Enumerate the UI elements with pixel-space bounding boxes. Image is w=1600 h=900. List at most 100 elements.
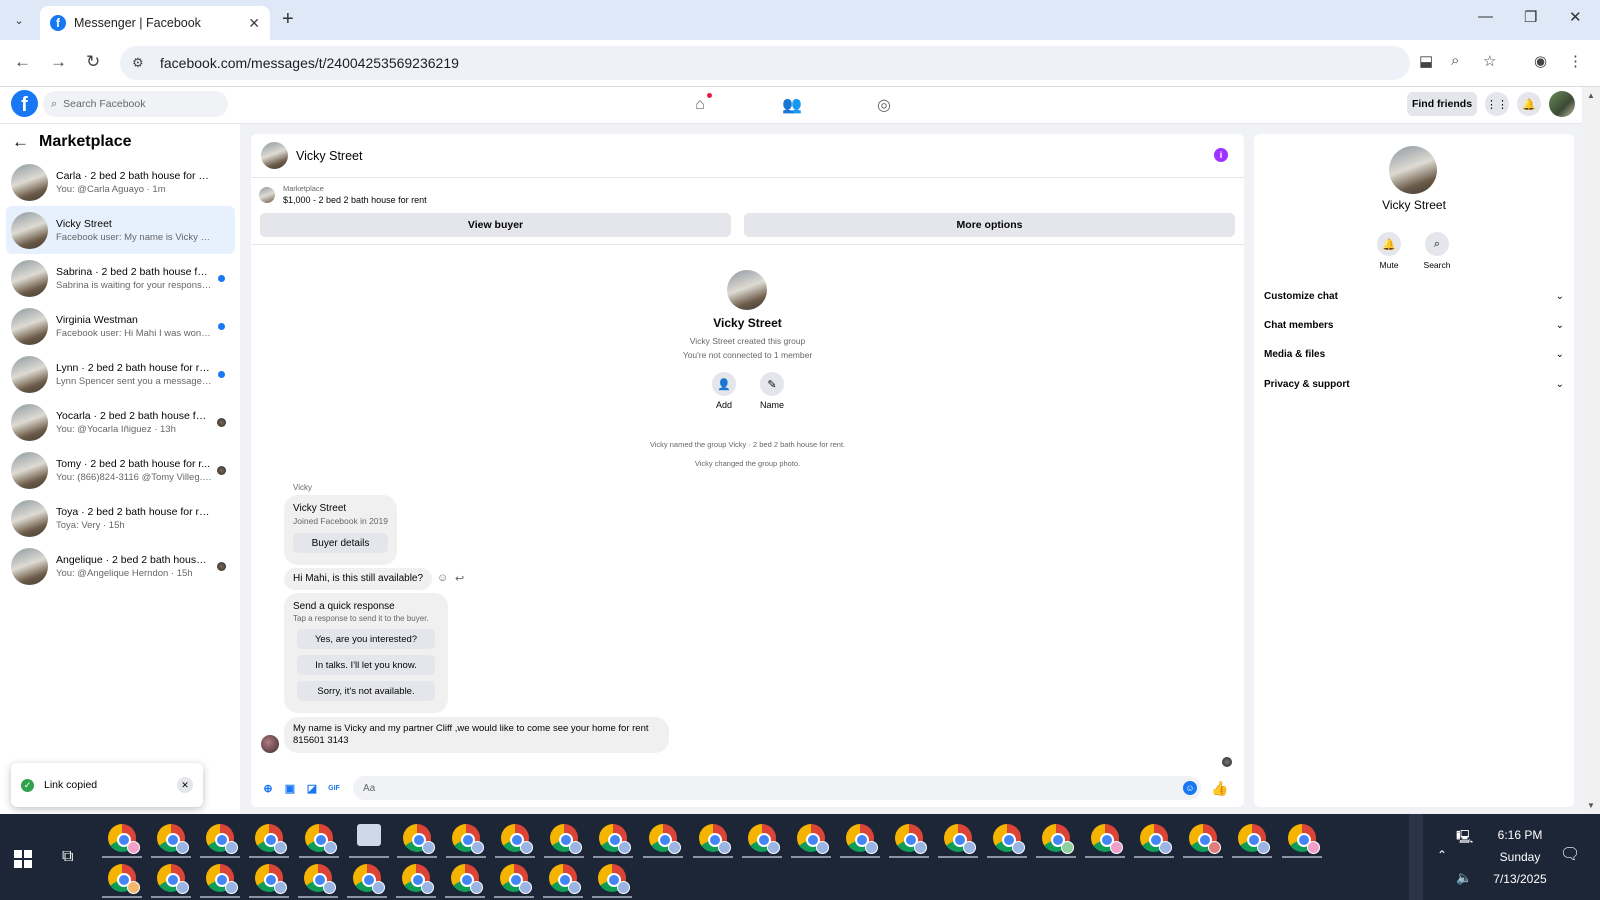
chrome-profile-icon[interactable] [550, 824, 582, 854]
group-avatar[interactable] [727, 270, 767, 310]
site-info-icon[interactable]: ⚙ [132, 55, 150, 71]
mute-action[interactable]: 🔔 Mute [1369, 232, 1409, 270]
chrome-profile-icon[interactable] [451, 864, 483, 894]
back-icon[interactable]: ← [14, 52, 31, 72]
conversation-item[interactable]: Sabrina · 2 bed 2 bath house for ... Sabr… [6, 254, 235, 302]
view-buyer-button[interactable]: View buyer [260, 213, 731, 237]
taskbar-scroll[interactable] [1409, 814, 1423, 900]
plus-circle-icon[interactable]: ⊕ [261, 781, 275, 795]
message-bubble-long[interactable]: My name is Vicky and my partner Cliff ,w… [284, 717, 669, 753]
account-avatar[interactable] [1549, 91, 1575, 117]
more-options-button[interactable]: More options [744, 213, 1235, 237]
app-window-icon[interactable] [357, 824, 381, 846]
chrome-profile-icon[interactable] [1238, 824, 1270, 854]
quick-response-yes[interactable]: Yes, are you interested? [297, 629, 435, 649]
chrome-profile-icon[interactable] [1140, 824, 1172, 854]
address-bar[interactable]: ⚙ facebook.com/messages/t/24004253569236… [120, 46, 1410, 80]
chat-avatar[interactable] [261, 142, 288, 169]
chrome-profile-icon[interactable] [699, 824, 731, 854]
chrome-profile-icon[interactable] [403, 824, 435, 854]
minimize-icon[interactable]: — [1478, 8, 1493, 25]
chrome-profile-icon[interactable] [452, 824, 484, 854]
conversation-item[interactable]: Lynn · 2 bed 2 bath house for rent Lynn S… [6, 350, 235, 398]
chrome-profile-icon[interactable] [402, 864, 434, 894]
chrome-profile-icon[interactable] [1189, 824, 1221, 854]
close-tab-icon[interactable]: ✕ [248, 15, 260, 32]
scroll-down-icon[interactable]: ▼ [1587, 801, 1595, 810]
chrome-profile-icon[interactable] [206, 864, 238, 894]
chrome-profile-icon[interactable] [944, 824, 976, 854]
quick-response-talks[interactable]: In talks. I'll let you know. [297, 655, 435, 675]
message-bubble[interactable]: Hi Mahi, is this still available? [284, 568, 433, 590]
forward-icon[interactable]: → [50, 52, 67, 72]
close-toast-icon[interactable]: ✕ [177, 777, 193, 793]
chrome-profile-icon[interactable] [108, 864, 140, 894]
chrome-profile-icon[interactable] [993, 824, 1025, 854]
chrome-profile-icon[interactable] [1091, 824, 1123, 854]
quick-response-sorry[interactable]: Sorry, it's not available. [297, 681, 435, 701]
conversation-item[interactable]: Carla · 2 bed 2 bath house for rent You: … [6, 158, 235, 206]
chrome-profile-icon[interactable] [895, 824, 927, 854]
tab-search-dropdown[interactable]: ⌄ [8, 9, 30, 31]
chrome-profile-icon[interactable] [500, 864, 532, 894]
react-emoji-icon[interactable]: ☺ [437, 572, 448, 584]
chrome-profile-icon[interactable] [1042, 824, 1074, 854]
conversation-item[interactable]: Angelique · 2 bed 2 bath house ... You: @… [6, 542, 235, 590]
message-input[interactable]: Aa ☺ [353, 776, 1201, 800]
photo-icon[interactable]: ▣ [283, 781, 297, 795]
chat-header-name[interactable]: Vicky Street [296, 149, 362, 163]
task-view-icon[interactable]: ⧉ [62, 848, 73, 866]
reply-icon[interactable]: ↩ [455, 572, 464, 585]
chrome-profile-icon[interactable] [305, 824, 337, 854]
chrome-profile-icon[interactable] [304, 864, 336, 894]
action-center-icon[interactable]: 🗨 [1560, 844, 1580, 864]
home-icon[interactable]: ⌂ [688, 93, 712, 117]
buyer-details-button[interactable]: Buyer details [293, 533, 388, 553]
zoom-icon[interactable]: ⌕ [1451, 52, 1459, 69]
search-action[interactable]: ⌕ Search [1417, 232, 1457, 270]
reload-icon[interactable]: ↻ [86, 52, 100, 72]
chrome-profile-icon[interactable] [501, 824, 533, 854]
windows-start-icon[interactable] [14, 850, 32, 868]
notifications-bell-icon[interactable]: 🔔 [1517, 92, 1541, 116]
chrome-profile-icon[interactable] [157, 824, 189, 854]
browser-menu-icon[interactable]: ⋮ [1568, 52, 1583, 70]
url-text[interactable]: facebook.com/messages/t/2400425356923621… [160, 55, 459, 71]
sender-avatar[interactable] [261, 735, 279, 753]
info-icon[interactable]: i [1214, 148, 1228, 162]
search-facebook-input[interactable]: ⌕ Search Facebook [43, 91, 228, 117]
back-arrow-icon[interactable]: ← [12, 132, 29, 152]
chrome-profile-icon[interactable] [353, 864, 385, 894]
chrome-profile-icon[interactable] [748, 824, 780, 854]
chrome-profile-icon[interactable] [599, 824, 631, 854]
chrome-profile-icon[interactable] [157, 864, 189, 894]
marketplace-listing[interactable]: Marketplace $1,000 - 2 bed 2 bath house … [259, 184, 427, 205]
page-scrollbar[interactable]: ▲ ▼ [1582, 87, 1600, 814]
profile-avatar[interactable] [1389, 146, 1437, 194]
section-media-files[interactable]: Media & files ⌄ [1264, 342, 1564, 366]
scroll-up-icon[interactable]: ▲ [1587, 91, 1595, 100]
conversation-item[interactable]: Virginia Westman Facebook user: Hi Mahi I… [6, 302, 235, 350]
conversation-item[interactable]: Tomy · 2 bed 2 bath house for r... You: (… [6, 446, 235, 494]
close-window-icon[interactable]: ✕ [1569, 8, 1582, 26]
restore-icon[interactable]: ❐ [1524, 8, 1537, 26]
sticker-icon[interactable]: ◪ [305, 781, 319, 795]
clock[interactable]: 6:16 PM Sunday 7/13/2025 [1492, 814, 1548, 900]
network-icon[interactable]: 🖳 [1456, 828, 1473, 850]
chrome-profile-icon[interactable] [255, 824, 287, 854]
emoji-icon[interactable]: ☺ [1183, 781, 1197, 795]
section-privacy-support[interactable]: Privacy & support ⌄ [1264, 372, 1564, 396]
section-customize-chat[interactable]: Customize chat ⌄ [1264, 284, 1564, 308]
chevron-up-icon[interactable]: ⌃ [1437, 848, 1447, 862]
conversation-item[interactable]: Vicky Street Facebook user: My name is Vi… [6, 206, 235, 254]
conversation-item[interactable]: Toya · 2 bed 2 bath house for rent Toya: … [6, 494, 235, 542]
chrome-profile-icon[interactable] [1288, 824, 1320, 854]
volume-icon[interactable]: 🔈 [1456, 870, 1472, 886]
chrome-profile-icon[interactable] [255, 864, 287, 894]
chrome-profile-icon[interactable] [549, 864, 581, 894]
chrome-profile-icon[interactable] [206, 824, 238, 854]
chrome-profile-icon[interactable] [649, 824, 681, 854]
chrome-profile-icon[interactable] [108, 824, 140, 854]
facebook-logo-icon[interactable]: f [11, 90, 38, 117]
chrome-profile-icon[interactable] [797, 824, 829, 854]
